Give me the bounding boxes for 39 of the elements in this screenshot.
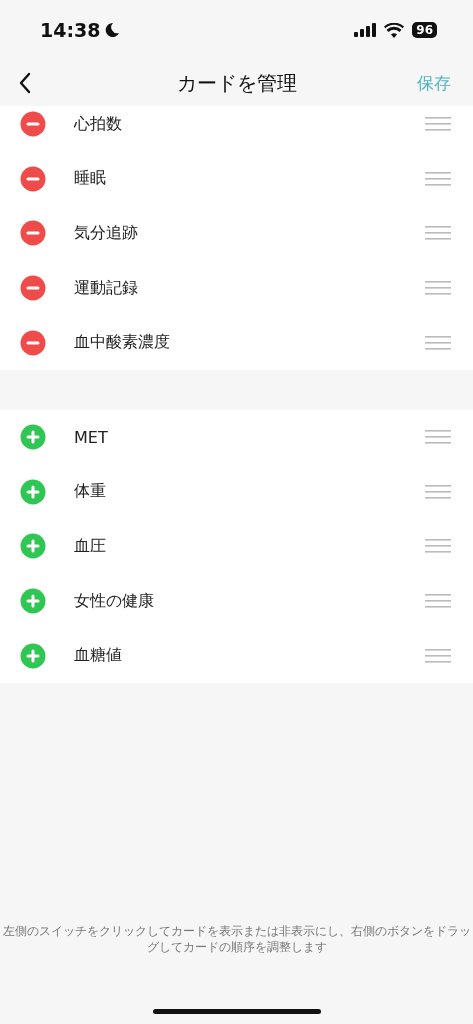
remove-icon[interactable]	[20, 220, 46, 247]
remove-icon[interactable]	[20, 111, 46, 138]
hint-text: 左側のスイッチをクリックしてカードを表示または非表示にし、右側のボタンをドラッグしてカードの順序を調整します	[1, 923, 472, 955]
drag-handle-icon[interactable]	[425, 281, 451, 296]
drag-handle-icon[interactable]	[425, 335, 451, 350]
card-label: 気分追跡	[74, 223, 139, 244]
drag-handle-icon[interactable]	[425, 594, 451, 609]
drag-handle-icon[interactable]	[425, 430, 451, 445]
add-icon[interactable]	[20, 588, 46, 615]
remove-icon[interactable]	[20, 275, 46, 302]
add-icon[interactable]	[20, 424, 46, 451]
card-label: 女性の健康	[74, 590, 155, 612]
drag-handle-icon[interactable]	[425, 226, 451, 241]
card-label: 血圧	[74, 536, 107, 557]
card-label: 運動記録	[74, 277, 139, 299]
status-time: 14:38	[40, 19, 101, 41]
card-label: 体重	[74, 481, 107, 503]
remove-icon[interactable]	[20, 165, 46, 192]
add-icon[interactable]	[20, 642, 46, 669]
card-label: MET	[74, 427, 109, 447]
card-label: 血中酸素濃度	[74, 332, 171, 354]
moon-icon	[104, 22, 121, 38]
wifi-icon	[384, 22, 405, 38]
remove-icon[interactable]	[20, 329, 46, 356]
battery-level: 96	[412, 22, 437, 38]
drag-handle-icon[interactable]	[425, 484, 451, 499]
card-label: 血糖値	[74, 645, 123, 667]
card-label: 心拍数	[74, 113, 123, 135]
page-title: カードを管理	[176, 70, 297, 95]
back-icon[interactable]	[18, 72, 32, 94]
drag-handle-icon[interactable]	[425, 648, 451, 663]
card-label: 睡眠	[74, 168, 107, 190]
drag-handle-icon[interactable]	[425, 171, 451, 186]
save-button[interactable]: 保存	[417, 71, 451, 95]
add-icon[interactable]	[20, 478, 46, 505]
drag-handle-icon[interactable]	[425, 117, 451, 132]
drag-handle-icon[interactable]	[425, 539, 451, 554]
add-icon[interactable]	[20, 533, 46, 560]
signal-icon	[354, 23, 377, 37]
